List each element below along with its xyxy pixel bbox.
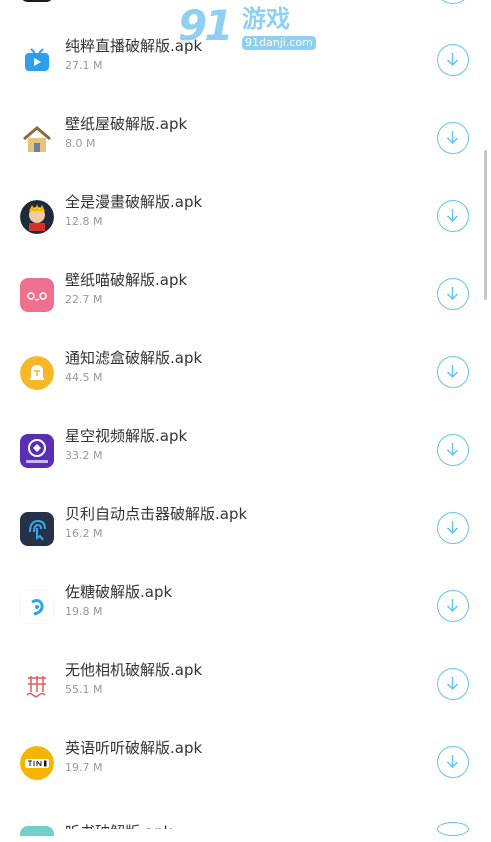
download-button[interactable] [437, 278, 469, 310]
list-item[interactable]: 星空视频解版.apk 33.2 M [0, 415, 491, 493]
list-item[interactable]: 贝利自动点击器破解版.apk 16.2 M [0, 493, 491, 571]
download-button[interactable] [437, 200, 469, 232]
camera-filter-icon [20, 668, 54, 702]
download-arrow-icon [446, 365, 459, 379]
comic-character-icon [20, 200, 54, 234]
app-name: 壁纸喵破解版.apk [65, 271, 188, 289]
app-size: 16.2 M [65, 527, 103, 540]
download-arrow-icon [446, 599, 459, 613]
starry-video-icon [20, 434, 54, 468]
download-arrow-icon [446, 521, 459, 535]
app-name: 英语听听破解版.apk [65, 739, 203, 757]
partial-app-icon [20, 826, 54, 836]
list-item[interactable]: 佐糖破解版.apk 19.8 M [0, 571, 491, 649]
app-name: 通知滤盒破解版.apk [65, 349, 203, 367]
app-name: 壁纸屋破解版.apk [65, 115, 188, 133]
app-size: 19.8 M [65, 605, 103, 618]
download-arrow-icon [446, 287, 459, 301]
list-item[interactable]: 无他相机破解版.apk 55.1 M [0, 649, 491, 727]
app-size: 44.5 M [65, 371, 103, 384]
tap-finger-icon [20, 512, 54, 546]
logo-url: 91danji.com [242, 36, 316, 50]
download-button[interactable] [437, 434, 469, 466]
download-button[interactable] [437, 44, 469, 76]
list-item[interactable]: 全是漫畫破解版.apk 12.8 M [0, 181, 491, 259]
app-name: 星空视频解版.apk [65, 427, 188, 445]
app-size: 55.1 M [65, 683, 103, 696]
download-button[interactable] [437, 122, 469, 154]
app-name: 贝利自动点击器破解版.apk [65, 505, 248, 523]
download-arrow-icon [446, 53, 459, 67]
download-button[interactable] [437, 356, 469, 388]
download-button[interactable] [437, 512, 469, 544]
site-watermark-logo: 91 游戏 91danji.com [178, 1, 316, 54]
app-name: 全是漫畫破解版.apk [65, 193, 203, 211]
scrollbar-thumb[interactable] [484, 150, 487, 300]
download-arrow-icon [446, 443, 459, 457]
download-arrow-icon [446, 755, 459, 769]
app-size: 22.7 M [65, 293, 103, 306]
logo-name: 游戏 [242, 5, 290, 33]
download-button[interactable] [437, 746, 469, 778]
app-size: 8.0 M [65, 137, 96, 150]
app-size: 27.1 M [65, 59, 103, 72]
app-name: 无他相机破解版.apk [65, 661, 203, 679]
download-arrow-icon [446, 131, 459, 145]
list-item[interactable]: 壁纸喵破解版.apk 22.7 M [0, 259, 491, 337]
previous-item-icon [20, 0, 54, 2]
app-name: 佐糖破解版.apk [65, 583, 173, 601]
app-size: 12.8 M [65, 215, 103, 228]
download-button[interactable] [437, 668, 469, 700]
notification-bell-icon [20, 356, 54, 390]
cat-face-icon [20, 278, 54, 312]
partial-app-name: 听书破解版.apk [65, 823, 173, 841]
previous-item-download-button[interactable] [437, 0, 469, 4]
list-item[interactable]: 壁纸屋破解版.apk 8.0 M [0, 103, 491, 181]
partial-download-button[interactable] [437, 822, 469, 836]
app-size: 33.2 M [65, 449, 103, 462]
download-arrow-icon [446, 209, 459, 223]
logo-brand: 91 [178, 1, 233, 50]
ting-listen-icon [20, 746, 54, 780]
sugar-icon [20, 590, 54, 624]
list-item[interactable]: 通知滤盒破解版.apk 44.5 M [0, 337, 491, 415]
house-icon [20, 122, 54, 156]
tv-icon [20, 44, 54, 78]
download-button[interactable] [437, 590, 469, 622]
app-size: 19.7 M [65, 761, 103, 774]
download-arrow-icon [446, 677, 459, 691]
list-item[interactable]: 英语听听破解版.apk 19.7 M [0, 727, 491, 805]
